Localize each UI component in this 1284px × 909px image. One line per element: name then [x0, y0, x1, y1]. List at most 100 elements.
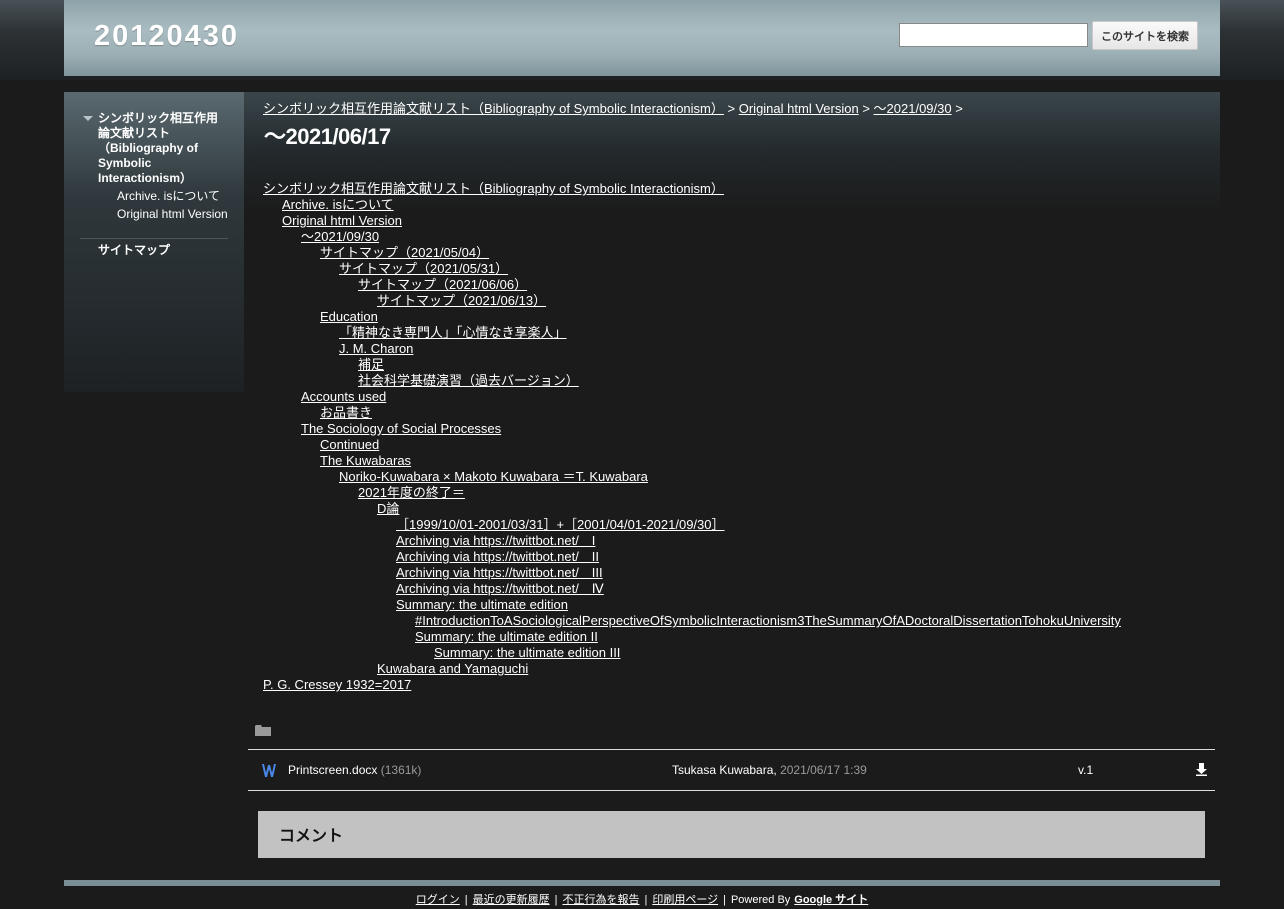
page-title: ～2021/06/17	[264, 124, 391, 149]
tree-row: 「精神なき専門人」「心情なき享楽人」	[263, 325, 1121, 341]
sidebar-item-sitemap[interactable]: サイトマップ	[98, 241, 170, 258]
tree-link[interactable]: D論	[377, 501, 399, 516]
download-icon[interactable]	[1196, 763, 1207, 776]
breadcrumb-link[interactable]: Original html Version	[739, 101, 859, 116]
tree-link[interactable]: サイトマップ（2021/05/04）	[320, 245, 489, 260]
tree-row: サイトマップ（2021/05/04）	[263, 245, 1121, 261]
tree-row: The Sociology of Social Processes	[263, 421, 1121, 437]
sitemap-tree: シンボリック相互作用論文献リスト（Bibliography of Symboli…	[263, 181, 1121, 693]
tree-row: 社会科学基礎演習（過去バージョン）	[263, 373, 1121, 389]
tree-link[interactable]: シンボリック相互作用論文献リスト（Bibliography of Symboli…	[263, 181, 724, 196]
attachment-size: (1361k)	[380, 763, 422, 777]
site-header: 20120430 このサイトを検索	[64, 0, 1220, 76]
footer: ログイン | 最近の更新履歴 | 不正行為を報告 | 印刷用ページ | Powered By Go…	[0, 891, 1284, 907]
tree-row: 2021年度の終了＝	[263, 485, 1121, 501]
tree-link[interactable]: Archiving via https://twittbot.net/ Ⅳ	[396, 581, 604, 596]
site-title[interactable]: 20120430	[94, 20, 239, 53]
tree-row: J. M. Charon	[263, 341, 1121, 357]
tree-row: P. G. Cressey 1932=2017	[263, 677, 1121, 693]
tree-row: サイトマップ（2021/06/13）	[263, 293, 1121, 309]
tree-link[interactable]: お品書き	[320, 405, 372, 420]
attachment-date: 2021/06/17 1:39	[780, 763, 867, 777]
tree-row: サイトマップ（2021/06/06）	[263, 277, 1121, 293]
tree-link[interactable]: Summary: the ultimate edition II	[415, 629, 598, 644]
tree-link[interactable]: サイトマップ（2021/05/31）	[339, 261, 508, 276]
attachment-version[interactable]: v.1	[1078, 763, 1093, 777]
sidebar-item-bibliography[interactable]: シンボリック相互作用論文献リスト（Bibliography of Symboli…	[98, 111, 218, 186]
tree-row: お品書き	[263, 405, 1121, 421]
tree-link[interactable]: The Sociology of Social Processes	[301, 421, 501, 436]
breadcrumb: シンボリック相互作用論文献リスト（Bibliography of Symboli…	[263, 98, 963, 117]
attachment-filename[interactable]: Printscreen.docx	[288, 763, 377, 777]
tree-row: Education	[263, 309, 1121, 325]
footer-link-login[interactable]: ログイン	[416, 894, 460, 906]
attachment-file: Printscreen.docx (1361k)	[288, 763, 421, 777]
sidebar-item-original-html[interactable]: Original html Version	[117, 207, 229, 222]
tree-row: Noriko-Kuwabara × Makoto Kuwabara ＝T. Ku…	[263, 469, 1121, 485]
tree-row: シンボリック相互作用論文献リスト（Bibliography of Symboli…	[263, 181, 1121, 197]
tree-link[interactable]: サイトマップ（2021/06/13）	[377, 293, 546, 308]
tree-link[interactable]: J. M. Charon	[339, 341, 413, 356]
tree-row: Archiving via https://twittbot.net/ Ⅳ	[263, 581, 1121, 597]
tree-row: Original html Version	[263, 213, 1121, 229]
google-sites-link[interactable]: Google サイト	[794, 894, 868, 906]
tree-row: Summary: the ultimate edition II	[263, 629, 1121, 645]
tree-link[interactable]: 補足	[358, 357, 384, 372]
tree-link[interactable]: Summary: the ultimate edition	[396, 597, 568, 612]
comments-title: コメント	[279, 828, 344, 845]
tree-link[interactable]: Archive. isについて	[282, 197, 394, 212]
tree-link[interactable]: Summary: the ultimate edition III	[434, 645, 620, 660]
tree-row: Archive. isについて	[263, 197, 1121, 213]
footer-separator: |	[723, 894, 726, 906]
tree-row: ～2021/09/30	[263, 229, 1121, 245]
tree-link[interactable]: Archiving via https://twittbot.net/ III	[396, 565, 603, 580]
breadcrumb-separator: >	[727, 101, 736, 116]
attachment-row: Printscreen.docx (1361k) Tsukasa Kuwabar…	[248, 750, 1215, 790]
search-button[interactable]: このサイトを検索	[1092, 21, 1198, 50]
sidebar-item-archive[interactable]: Archive. isについて	[117, 189, 229, 204]
tree-link[interactable]: Archiving via https://twittbot.net/ I	[396, 533, 595, 548]
tree-link[interactable]: Accounts used	[301, 389, 386, 404]
footer-link-print[interactable]: 印刷用ページ	[652, 894, 718, 906]
tree-link[interactable]: サイトマップ（2021/06/06）	[358, 277, 527, 292]
tree-link[interactable]: 「精神なき専門人」「心情なき享楽人」	[339, 325, 567, 340]
tree-row: Accounts used	[263, 389, 1121, 405]
tree-row: Kuwabara and Yamaguchi	[263, 661, 1121, 677]
tree-row: Archiving via https://twittbot.net/ II	[263, 549, 1121, 565]
tree-link[interactable]: Continued	[320, 437, 379, 452]
powered-by-text: Powered By	[730, 894, 791, 906]
tree-row: Archiving via https://twittbot.net/ III	[263, 565, 1121, 581]
tree-row: Summary: the ultimate edition III	[263, 645, 1121, 661]
tree-link[interactable]: Archiving via https://twittbot.net/ II	[396, 549, 599, 564]
tree-link[interactable]: ～2021/09/30	[301, 229, 379, 244]
tree-link[interactable]: #IntroductionToASociologicalPerspectiveO…	[415, 613, 1121, 628]
tree-row: Archiving via https://twittbot.net/ I	[263, 533, 1121, 549]
tree-link[interactable]: 社会科学基礎演習（過去バージョン）	[358, 373, 579, 388]
breadcrumb-link[interactable]: ～2021/09/30	[874, 101, 952, 116]
tree-row: 補足	[263, 357, 1121, 373]
tree-link[interactable]: Noriko-Kuwabara × Makoto Kuwabara ＝T. Ku…	[339, 469, 648, 484]
tree-row: Summary: the ultimate edition	[263, 597, 1121, 613]
attachment-divider	[248, 790, 1215, 791]
expand-arrow-icon[interactable]	[83, 116, 93, 121]
breadcrumb-separator: >	[862, 101, 870, 116]
tree-row: サイトマップ（2021/05/31）	[263, 261, 1121, 277]
sidebar-nav: シンボリック相互作用論文献リスト（Bibliography of Symboli…	[64, 92, 244, 392]
attachment-meta: Tsukasa Kuwabara, 2021/06/17 1:39	[672, 763, 867, 777]
tree-link[interactable]: Kuwabara and Yamaguchi	[377, 661, 528, 676]
attachment-author: Tsukasa Kuwabara,	[672, 763, 777, 777]
tree-link[interactable]: 2021年度の終了＝	[358, 485, 465, 500]
tree-link[interactable]: P. G. Cressey 1932=2017	[263, 677, 411, 692]
tree-link[interactable]: The Kuwabaras	[320, 453, 411, 468]
footer-link-report[interactable]: 不正行為を報告	[562, 894, 639, 906]
breadcrumb-link[interactable]: シンボリック相互作用論文献リスト（Bibliography of Symboli…	[263, 101, 724, 116]
tree-row: D論	[263, 501, 1121, 517]
tree-link[interactable]: ［1999/10/01-2001/03/31］+［2001/04/01-2021…	[396, 517, 725, 532]
search-input[interactable]	[899, 23, 1088, 47]
tree-link[interactable]: Original html Version	[282, 213, 402, 228]
tree-link[interactable]: Education	[320, 309, 378, 324]
footer-separator: |	[554, 894, 558, 906]
sidebar-divider	[80, 238, 228, 239]
footer-separator: |	[644, 894, 648, 906]
footer-link-recent[interactable]: 最近の更新履歴	[473, 894, 550, 906]
